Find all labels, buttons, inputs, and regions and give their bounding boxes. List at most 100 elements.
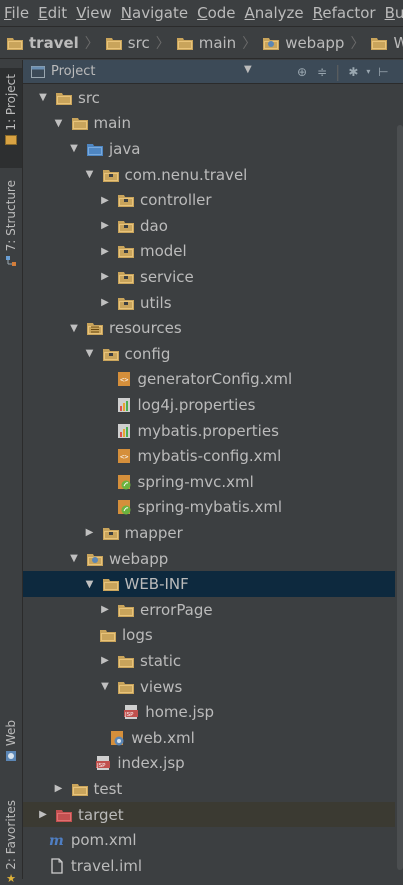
menu-view[interactable]: View	[72, 4, 117, 22]
folder-icon	[117, 653, 135, 669]
tree-item-mapper[interactable]: ▶ mapper	[23, 520, 395, 546]
menu-navigate[interactable]: Navigate	[117, 4, 193, 22]
tree-item-src[interactable]: ▼ src	[23, 85, 395, 111]
tree-item-logs[interactable]: logs	[23, 623, 395, 649]
tree-item-travel-iml[interactable]: travel.iml	[23, 853, 395, 879]
star-icon: ★	[6, 871, 16, 885]
breadcrumb-item-travel[interactable]: travel	[6, 34, 79, 52]
folder-icon	[102, 576, 120, 592]
tree-item-views[interactable]: ▼ views	[23, 674, 395, 700]
tree-item-generatorconfig-xml[interactable]: <> generatorConfig.xml	[23, 367, 395, 393]
expand-arrow-right-icon[interactable]: ▶	[99, 245, 111, 257]
tree-item-main[interactable]: ▼ main	[23, 111, 395, 137]
breadcrumb-label: webapp	[285, 33, 345, 52]
tree-item-log4j-properties[interactable]: log4j.properties	[23, 392, 395, 418]
tool-window-strip: 1: Project 7: Structure Web 2: Favorites…	[0, 60, 23, 885]
hide-panel-icon[interactable]: ⊢	[376, 65, 390, 79]
expand-arrow-down-icon[interactable]: ▼	[68, 322, 80, 334]
expand-arrow-down-icon[interactable]: ▼	[84, 348, 96, 360]
spring-xml-icon	[115, 474, 133, 490]
tree-item-config[interactable]: ▼ config	[23, 341, 395, 367]
tree-item-label: config	[124, 344, 171, 363]
tree-item-java[interactable]: ▼ java	[23, 136, 395, 162]
folder-icon	[105, 35, 123, 51]
menu-edit[interactable]: Edit	[34, 4, 72, 22]
tree-item-spring-mybatis-xml[interactable]: spring-mybatis.xml	[23, 495, 395, 521]
expand-arrow-down-icon[interactable]: ▼	[37, 92, 49, 104]
breadcrumb-separator-icon: 〉	[84, 35, 99, 52]
menu-analyze[interactable]: Analyze	[241, 4, 309, 22]
tree-item-webapp[interactable]: ▼ webapp	[23, 546, 395, 572]
package-icon	[117, 269, 135, 285]
tree-item-index-jsp[interactable]: JSP index.jsp	[23, 751, 395, 777]
expand-arrow-down-icon[interactable]: ▼	[68, 553, 80, 565]
svg-text:m: m	[49, 833, 64, 848]
project-panel-header: Project ▼ ⊕ ≑ | ✱ ▾ ⊢	[23, 60, 403, 84]
expand-arrow-down-icon[interactable]: ▼	[99, 681, 111, 693]
expand-arrow-down-icon[interactable]: ▼	[84, 169, 96, 181]
web-tool-tab[interactable]: Web	[0, 720, 22, 775]
menu-buil[interactable]: Buil	[381, 4, 403, 22]
project-view-selector[interactable]: Project	[51, 64, 95, 79]
collapse-all-icon[interactable]: ≑	[315, 65, 329, 79]
expand-arrow-right-icon[interactable]: ▶	[99, 194, 111, 206]
tree-item-home-jsp[interactable]: JSP home.jsp	[23, 699, 395, 725]
svg-text:JSP: JSP	[124, 712, 134, 718]
expand-arrow-down-icon[interactable]: ▼	[53, 117, 65, 129]
tree-item-utils[interactable]: ▶ utils	[23, 290, 395, 316]
menu-file[interactable]: File	[0, 4, 34, 22]
tree-item-spring-mvc-xml[interactable]: spring-mvc.xml	[23, 469, 395, 495]
folder-icon	[117, 679, 135, 695]
folder-icon	[99, 627, 117, 643]
svg-text:<>: <>	[120, 376, 128, 384]
tree-item-com-nenu-travel[interactable]: ▼ com.nenu.travel	[23, 162, 395, 188]
breadcrumb-item-src[interactable]: src	[105, 34, 150, 52]
menu-code[interactable]: Code	[193, 4, 240, 22]
tree-item-label: views	[140, 677, 183, 696]
tree-item-label: spring-mvc.xml	[137, 472, 254, 491]
expand-arrow-right-icon[interactable]: ▶	[99, 220, 111, 232]
expand-arrow-right-icon[interactable]: ▶	[99, 297, 111, 309]
expand-arrow-right-icon[interactable]: ▶	[53, 783, 65, 795]
tree-item-service[interactable]: ▶ service	[23, 264, 395, 290]
expand-arrow-right-icon[interactable]: ▶	[99, 604, 111, 616]
tree-item-resources[interactable]: ▼ resources	[23, 315, 395, 341]
locate-file-icon[interactable]: ⊕	[295, 65, 309, 79]
package-icon	[117, 192, 135, 208]
expand-arrow-right-icon[interactable]: ▶	[99, 271, 111, 283]
expand-arrow-right-icon[interactable]: ▶	[99, 655, 111, 667]
scrollbar-thumb[interactable]	[397, 125, 403, 870]
breadcrumb-label: travel	[29, 33, 79, 52]
tree-item-static[interactable]: ▶ static	[23, 648, 395, 674]
menu-refactor[interactable]: Refactor	[309, 4, 381, 22]
expand-arrow-down-icon[interactable]: ▼	[68, 143, 80, 155]
tree-item-mybatis-properties[interactable]: mybatis.properties	[23, 418, 395, 444]
project-tool-tab[interactable]: 1: Project	[0, 68, 22, 168]
breadcrumb-item-main[interactable]: main	[176, 34, 236, 52]
settings-gear-icon[interactable]: ✱	[346, 65, 360, 79]
tree-item-pom-xml[interactable]: m pom.xml	[23, 827, 395, 853]
tree-item-web-xml[interactable]: web.xml	[23, 725, 395, 751]
tree-item-model[interactable]: ▶ model	[23, 239, 395, 265]
breadcrumb-item-web-inf[interactable]: WEB-INF	[370, 34, 403, 52]
tree-item-target[interactable]: ▶ target	[23, 801, 395, 828]
structure-tool-tab[interactable]: 7: Structure	[0, 180, 22, 270]
expand-arrow-right-icon[interactable]: ▶	[37, 809, 49, 821]
tree-item-label: mybatis.properties	[137, 421, 279, 440]
tree-item-web-inf[interactable]: ▼ WEB-INF	[23, 571, 395, 597]
tree-scrollbar[interactable]	[396, 85, 403, 879]
tree-item-label: main	[93, 114, 131, 133]
expand-arrow-down-icon[interactable]: ▼	[84, 578, 96, 590]
favorites-tab-label: 2: Favorites	[4, 800, 18, 870]
tree-item-mybatis-config-xml[interactable]: <> mybatis-config.xml	[23, 443, 395, 469]
settings-dropdown-icon[interactable]: ▾	[366, 67, 370, 76]
view-dropdown-arrow-icon[interactable]: ▼	[244, 64, 252, 75]
breadcrumb-separator-icon: 〉	[350, 35, 365, 52]
favorites-tool-tab[interactable]: 2: Favorites ★	[0, 800, 22, 885]
tree-item-test[interactable]: ▶ test	[23, 776, 395, 802]
tree-item-controller[interactable]: ▶ controller	[23, 187, 395, 213]
tree-item-errorpage[interactable]: ▶ errorPage	[23, 597, 395, 623]
breadcrumb-item-webapp[interactable]: webapp	[262, 34, 344, 52]
expand-arrow-right-icon[interactable]: ▶	[84, 527, 96, 539]
tree-item-dao[interactable]: ▶ dao	[23, 213, 395, 239]
